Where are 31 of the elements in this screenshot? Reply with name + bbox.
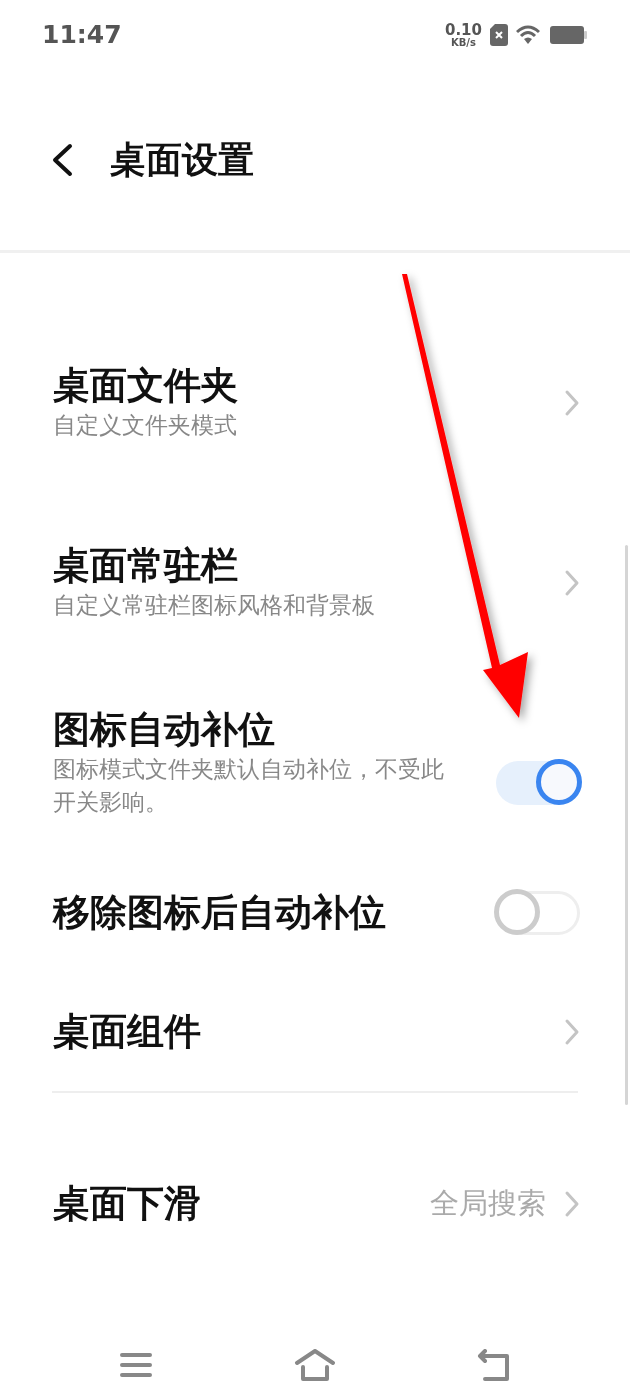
row-subtitle: 自定义常驻栏图标风格和背景板 — [53, 591, 376, 621]
row-title: 桌面常驻栏 — [53, 543, 239, 590]
row-title: 桌面文件夹 — [53, 363, 239, 410]
row-subtitle: 自定义文件夹模式 — [53, 411, 238, 441]
row-title: 移除图标后自动补位 — [53, 889, 386, 936]
row-subtitle: 图标模式文件夹默认自动补位，不受此开关影响。 — [53, 754, 445, 818]
menu-icon[interactable] — [118, 1351, 153, 1379]
settings-row[interactable]: 桌面组件 — [0, 973, 630, 1091]
home-icon[interactable] — [294, 1349, 336, 1381]
row-title: 桌面组件 — [53, 1008, 201, 1055]
settings-row[interactable]: 图标自动补位 图标模式文件夹默认自动补位，不受此开关影响。 — [0, 673, 630, 853]
back-icon[interactable] — [50, 143, 74, 177]
toggle-switch[interactable] — [496, 891, 580, 935]
clock: 11:47 — [42, 19, 122, 52]
settings-row[interactable]: 桌面下滑 全局搜索 — [0, 1145, 630, 1263]
toggle-switch[interactable] — [496, 761, 580, 805]
row-value: 全局搜索 — [430, 1185, 546, 1223]
settings-row[interactable]: 桌面文件夹 自定义文件夹模式 — [0, 313, 630, 493]
row-title: 桌面下滑 — [53, 1180, 201, 1227]
row-title: 图标自动补位 — [53, 706, 276, 753]
battery-icon — [550, 25, 588, 45]
sim-card-icon — [490, 24, 508, 46]
wifi-icon — [516, 25, 542, 45]
settings-row[interactable]: 移除图标后自动补位 — [0, 853, 630, 973]
settings-row[interactable]: 桌面常驻栏 自定义常驻栏图标风格和背景板 — [0, 493, 630, 673]
chevron-right-icon — [564, 1018, 580, 1046]
chevron-right-icon — [564, 569, 580, 597]
page-title: 桌面设置 — [110, 138, 254, 182]
network-speed: 0.10 KB/s — [445, 22, 482, 48]
chevron-right-icon — [564, 1190, 580, 1218]
chevron-right-icon — [564, 389, 580, 417]
